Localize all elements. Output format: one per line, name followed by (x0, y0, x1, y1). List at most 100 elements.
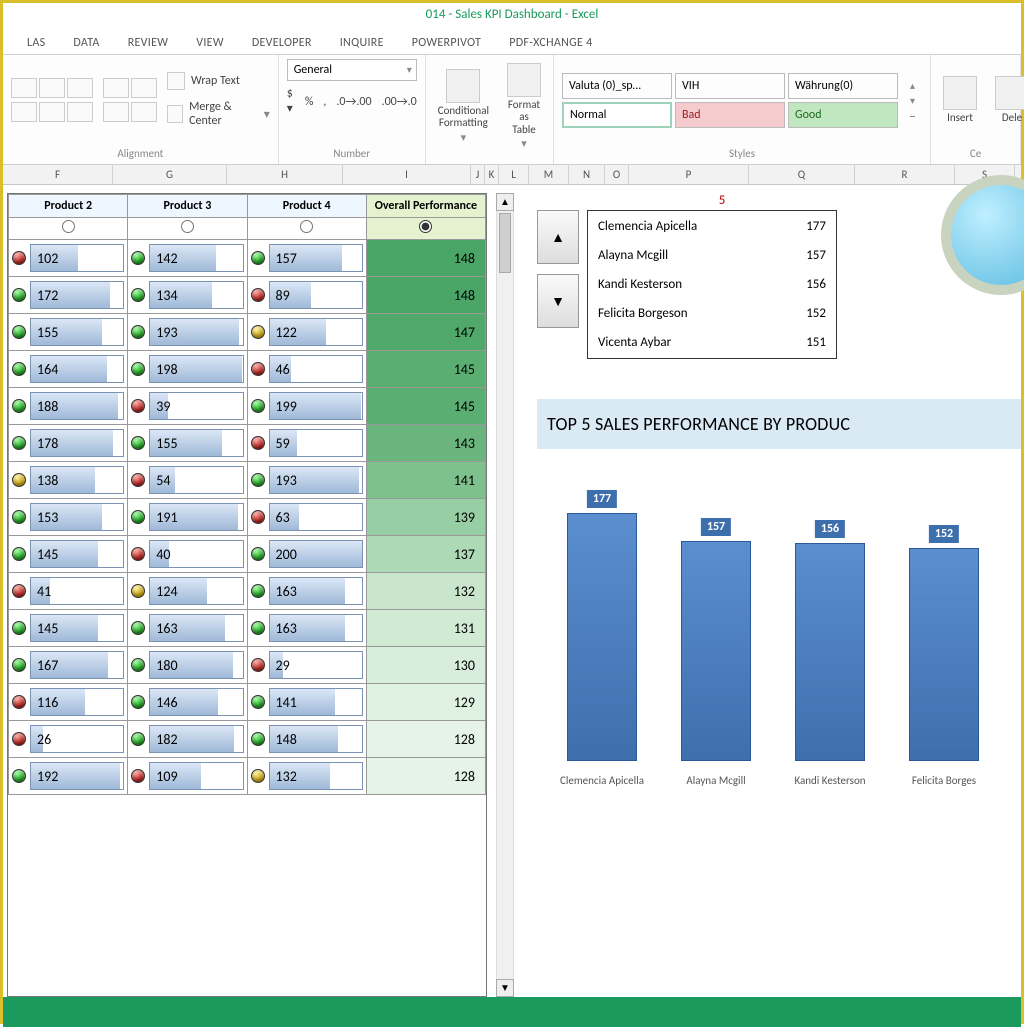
style-cell[interactable]: Währung(0) (788, 73, 898, 99)
column-headers[interactable]: FGHIJKLMNOPQRS (3, 165, 1021, 185)
kpi-cell: 39 (128, 388, 247, 425)
column-header[interactable]: P (629, 165, 749, 184)
column-header[interactable]: F (3, 165, 113, 184)
ribbon: Wrap Text Merge & Center ▾ Alignment Gen… (3, 55, 1021, 165)
scroll-up-icon[interactable]: ▲ (496, 193, 514, 211)
style-cell[interactable]: Good (788, 102, 898, 128)
kpi-cell: 155 (128, 425, 247, 462)
traffic-light-icon (12, 399, 26, 413)
overall-cell: 129 (366, 684, 485, 721)
ribbon-tab[interactable]: REVIEW (114, 32, 183, 54)
style-cell[interactable]: Bad (675, 102, 785, 128)
ribbon-tab[interactable]: VIEW (182, 32, 238, 54)
style-cell[interactable]: Normal (562, 102, 672, 128)
ribbon-tab[interactable]: LAS (13, 32, 59, 54)
kpi-cell: 163 (128, 610, 247, 647)
table-row: 116146141129 (9, 684, 486, 721)
table-scrollbar[interactable]: ▲ ▼ (493, 193, 517, 997)
column-radio[interactable] (62, 220, 75, 233)
column-header[interactable]: K (485, 165, 499, 184)
rank-spin-down[interactable]: ▼ (537, 274, 579, 328)
rank-row: Kandi Kesterson156 (590, 271, 834, 298)
column-header[interactable]: L (499, 165, 529, 184)
column-radio[interactable] (419, 220, 432, 233)
number-format-combo[interactable]: General (287, 59, 417, 81)
traffic-light-icon (251, 251, 265, 265)
traffic-light-icon (12, 251, 26, 265)
kpi-cell: 116 (9, 684, 128, 721)
group-alignment-label: Alignment (3, 145, 278, 164)
conditional-formatting-button[interactable]: Conditional Formatting▾ (434, 69, 493, 143)
insert-cells-button[interactable]: Insert (939, 76, 981, 124)
chart-category-label: Clemencia Apicella (552, 774, 652, 787)
kpi-cell: 163 (247, 573, 366, 610)
overall-cell: 137 (366, 536, 485, 573)
column-header[interactable]: I (343, 165, 471, 184)
format-as-table-button[interactable]: Format as Table▾ (503, 63, 545, 149)
chart-bar: 156 (795, 543, 865, 761)
kpi-cell: 63 (247, 499, 366, 536)
column-header[interactable]: N (569, 165, 605, 184)
column-header[interactable]: J (471, 165, 485, 184)
style-cell[interactable]: VIH (675, 73, 785, 99)
traffic-light-icon (131, 436, 145, 450)
table-header: Overall Performance (366, 195, 485, 218)
kpi-cell: 172 (9, 277, 128, 314)
kpi-cell: 198 (128, 351, 247, 388)
chart-category-label: Kandi Kesterson (780, 774, 880, 787)
ribbon-tab[interactable]: POWERPIVOT (398, 32, 495, 54)
column-header[interactable]: O (605, 165, 629, 184)
cell-styles-gallery[interactable]: Valuta (0)_sp…VIHWährung(0) NormalBadGood (562, 73, 898, 128)
column-header[interactable]: G (113, 165, 227, 184)
table-row: 16419846145 (9, 351, 486, 388)
group-styles-label: Styles (554, 145, 930, 164)
column-header[interactable]: M (529, 165, 569, 184)
wrap-text-button[interactable]: Wrap Text (167, 72, 270, 90)
overall-cell: 139 (366, 499, 485, 536)
traffic-light-icon (131, 769, 145, 783)
kpi-cell: 59 (247, 425, 366, 462)
column-radio[interactable] (181, 220, 194, 233)
table-row: 13854193141 (9, 462, 486, 499)
delete-cells-button[interactable]: Dele (991, 76, 1024, 124)
table-row: 17815559143 (9, 425, 486, 462)
column-header[interactable]: Q (749, 165, 855, 184)
traffic-light-icon (131, 621, 145, 635)
ribbon-tabs: LASDATAREVIEWVIEWDEVELOPERINQUIREPOWERPI… (3, 27, 1021, 55)
status-bar (3, 997, 1021, 1027)
kpi-cell: 163 (247, 610, 366, 647)
rank-spin-up[interactable]: ▲ (537, 210, 579, 264)
ribbon-tab[interactable]: INQUIRE (326, 32, 398, 54)
overall-cell: 148 (366, 240, 485, 277)
table-row: 102142157148 (9, 240, 486, 277)
table-row: 15319163139 (9, 499, 486, 536)
overall-cell: 147 (366, 314, 485, 351)
chart-bar: 152 (909, 548, 979, 761)
table-row: 14540200137 (9, 536, 486, 573)
traffic-light-icon (251, 584, 265, 598)
traffic-light-icon (12, 547, 26, 561)
kpi-cell: 142 (128, 240, 247, 277)
merge-center-button[interactable]: Merge & Center ▾ (167, 100, 270, 128)
overall-cell: 128 (366, 721, 485, 758)
kpi-cell: 41 (9, 573, 128, 610)
overall-cell: 128 (366, 758, 485, 795)
ribbon-tab[interactable]: PDF-XChange 4 (495, 32, 606, 54)
rank-table: Clemencia Apicella177Alayna Mcgill157Kan… (587, 210, 837, 359)
traffic-light-icon (131, 547, 145, 561)
scroll-down-icon[interactable]: ▼ (496, 979, 514, 997)
column-radio[interactable] (300, 220, 313, 233)
traffic-light-icon (251, 769, 265, 783)
chart-bar: 157 (681, 541, 751, 761)
kpi-cell: 167 (9, 647, 128, 684)
column-header[interactable]: H (227, 165, 343, 184)
ribbon-tab[interactable]: DATA (59, 32, 113, 54)
traffic-light-icon (131, 288, 145, 302)
ribbon-tab[interactable]: DEVELOPER (238, 32, 326, 54)
traffic-light-icon (131, 584, 145, 598)
style-cell[interactable]: Valuta (0)_sp… (562, 73, 672, 99)
traffic-light-icon (251, 732, 265, 746)
table-row: 26182148128 (9, 721, 486, 758)
rank-row: Felicita Borgeson152 (590, 300, 834, 327)
column-header[interactable]: R (855, 165, 955, 184)
